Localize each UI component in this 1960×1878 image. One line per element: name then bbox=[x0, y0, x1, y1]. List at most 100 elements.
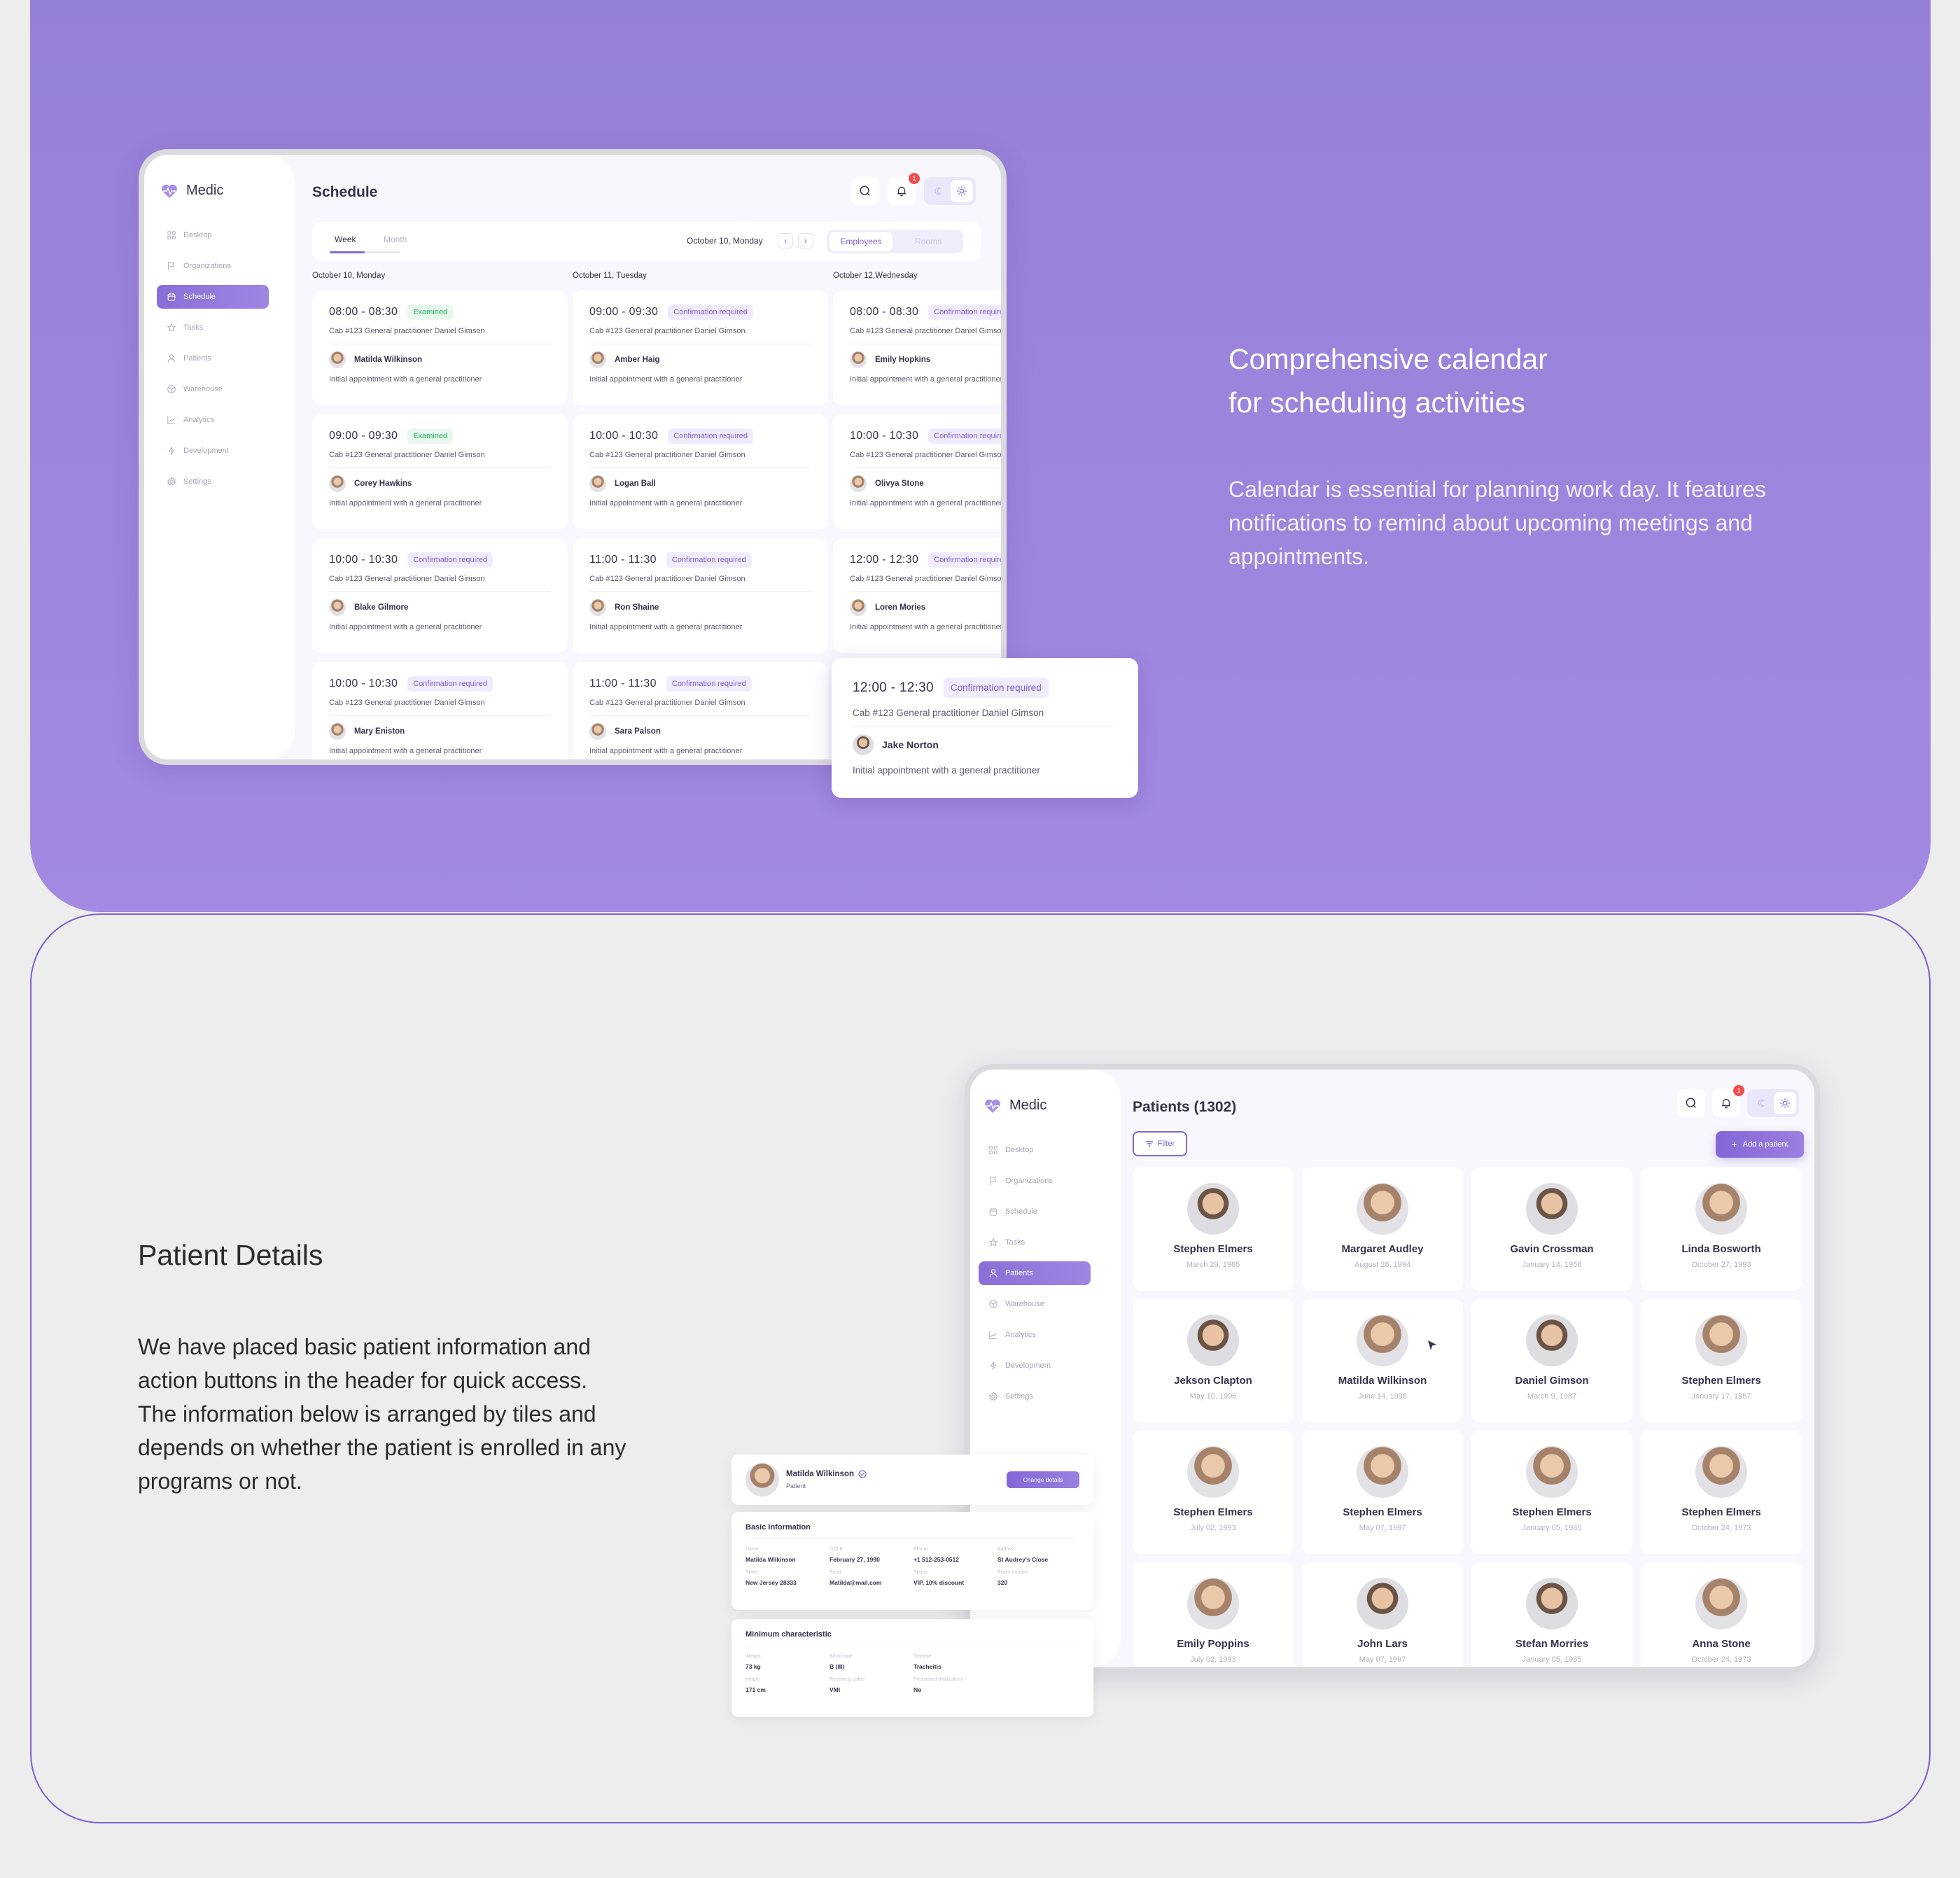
sidebar-item-development[interactable]: Development bbox=[157, 439, 269, 463]
dark-mode-option[interactable] bbox=[1751, 1092, 1773, 1114]
sidebar-item-desktop[interactable]: Desktop bbox=[979, 1138, 1091, 1162]
appointment-time: 08:00 - 08:30 bbox=[850, 306, 919, 318]
search-button[interactable] bbox=[851, 177, 879, 205]
patient-avatar bbox=[1526, 1446, 1578, 1498]
basic-information-grid: Name Matilda Wilkinson D.O.B February 27, 1… bbox=[746, 1547, 1082, 1586]
theme-toggle[interactable] bbox=[1747, 1089, 1799, 1117]
patient-card[interactable]: John Lars May 07, 1997 bbox=[1302, 1562, 1463, 1667]
sidebar-item-patients[interactable]: Patients bbox=[979, 1261, 1091, 1285]
patient-card[interactable]: Matilda Wilkinson June 14, 1998 bbox=[1302, 1299, 1463, 1422]
sidebar-item-development[interactable]: Development bbox=[979, 1354, 1091, 1378]
appointment-card[interactable]: 09:00 - 09:30 Examined Cab #123 General pr… bbox=[312, 414, 568, 529]
appointment-cab: Cab #123 General practitioner Daniel Gim… bbox=[589, 451, 746, 459]
info-field: Email Matilda@mail.com bbox=[830, 1570, 913, 1586]
patient-card[interactable]: Emily Poppins July 02, 1993 bbox=[1133, 1562, 1294, 1667]
appointment-time: 09:00 - 09:30 bbox=[329, 430, 398, 442]
hero-description: Calendar is essential for planning work … bbox=[1228, 477, 1766, 569]
sidebar-item-tasks[interactable]: Tasks bbox=[157, 316, 269, 339]
sidebar-item-settings[interactable]: Settings bbox=[979, 1385, 1091, 1408]
patient-card[interactable]: Stefan Morries January 05, 1985 bbox=[1471, 1562, 1632, 1667]
sidebar-item-schedule[interactable]: Schedule bbox=[157, 285, 269, 309]
appointment-cab: Cab #123 General practitioner Daniel Gim… bbox=[850, 327, 1006, 335]
dark-mode-option[interactable] bbox=[927, 180, 950, 202]
day-column: October 11, Tuesday 09:00 - 09:30 Confirma… bbox=[573, 267, 828, 759]
patient-card[interactable]: Stephen Elmers July 02, 1993 bbox=[1133, 1431, 1294, 1554]
patient-card[interactable]: Stephen Elmers May 07, 1997 bbox=[1302, 1431, 1463, 1554]
segment-employees[interactable]: Employees bbox=[830, 232, 892, 251]
appointment-card[interactable]: 11:00 - 11:30 Confirmation required Cab #1… bbox=[573, 662, 828, 759]
theme-toggle[interactable] bbox=[924, 177, 976, 205]
patient-avatar bbox=[1187, 1446, 1239, 1498]
patient-card[interactable]: Stephen Elmers January 17, 1957 bbox=[1641, 1299, 1802, 1422]
sidebar-item-desktop[interactable]: Desktop bbox=[157, 223, 269, 247]
sidebar-item-patients[interactable]: Patients bbox=[157, 346, 269, 370]
appointment-card[interactable]: 10:00 - 10:30 Confirmation required Cab #1… bbox=[312, 538, 568, 653]
info-field: Height 171 cm bbox=[746, 1677, 830, 1693]
appointment-description: Initial appointment with a general pract… bbox=[329, 375, 482, 384]
appointment-card[interactable]: 10:00 - 10:30 Confirmation required Cab #1… bbox=[833, 414, 1001, 529]
appointment-card[interactable]: 10:00 - 10:30 Confirmation required Cab #1… bbox=[573, 414, 828, 529]
filter-button[interactable]: Filter bbox=[1133, 1131, 1187, 1156]
patient-card[interactable]: Stephen Elmers January 05, 1985 bbox=[1471, 1431, 1632, 1554]
light-mode-option[interactable] bbox=[1773, 1092, 1796, 1114]
sidebar-item-organizations[interactable]: Organizations bbox=[979, 1169, 1091, 1193]
patient-card[interactable]: Gavin Crossman January 14, 1958 bbox=[1471, 1168, 1632, 1291]
appointment-cab: Cab #123 General practitioner Daniel Gim… bbox=[329, 327, 485, 335]
basic-information-title: Basic Information bbox=[746, 1523, 811, 1532]
sidebar-item-label: Schedule bbox=[183, 293, 216, 301]
patient-card[interactable]: Jekson Clapton May 10, 1996 bbox=[1133, 1299, 1294, 1422]
divider bbox=[589, 591, 811, 592]
calendar-icon bbox=[167, 292, 176, 302]
patient-dob: July 02, 1993 bbox=[1190, 1655, 1236, 1664]
logo: Medic bbox=[984, 1098, 1046, 1114]
grid-icon bbox=[167, 230, 176, 240]
patient-name: Amber Haig bbox=[615, 356, 660, 364]
notifications-button[interactable]: 1 bbox=[1712, 1085, 1744, 1117]
notifications-button[interactable]: 1 bbox=[888, 173, 920, 205]
sidebar-item-settings[interactable]: Settings bbox=[157, 470, 269, 493]
field-label: State bbox=[746, 1570, 757, 1575]
patient-name: Emily Poppins bbox=[1177, 1638, 1250, 1650]
appointment-card[interactable]: 12:00 - 12:30 Confirmation required Cab #1… bbox=[833, 538, 1001, 653]
sidebar-item-analytics[interactable]: Analytics bbox=[979, 1323, 1091, 1347]
sidebar-item-warehouse[interactable]: Warehouse bbox=[979, 1292, 1091, 1316]
field-value: February 27, 1990 bbox=[830, 1556, 880, 1563]
hero-title: Comprehensive calendar for scheduling ac… bbox=[1228, 337, 1858, 424]
search-button[interactable] bbox=[1677, 1089, 1705, 1117]
patient-card[interactable]: Margaret Audley August 28, 1994 bbox=[1302, 1168, 1463, 1291]
section-title: Patient Details bbox=[138, 1239, 323, 1271]
sidebar-item-organizations[interactable]: Organizations bbox=[157, 254, 269, 278]
change-details-button[interactable]: Change details bbox=[1007, 1471, 1079, 1488]
next-date-button[interactable]: › bbox=[798, 233, 813, 248]
segment-rooms[interactable]: Rooms bbox=[897, 232, 960, 251]
appointment-card[interactable]: 09:00 - 09:30 Confirmation required Cab #1… bbox=[573, 290, 828, 405]
heart-pulse-icon bbox=[985, 1099, 1000, 1113]
appointment-description: Initial appointment with a general pract… bbox=[589, 499, 743, 507]
info-field: Name Matilda Wilkinson bbox=[746, 1547, 830, 1563]
appointment-card[interactable]: 11:00 - 11:30 Confirmation required Cab #1… bbox=[573, 538, 828, 653]
avatar bbox=[850, 599, 867, 616]
patient-card[interactable]: Anna Stone October 24, 1973 bbox=[1641, 1562, 1802, 1667]
tab-month[interactable]: Month bbox=[384, 234, 407, 244]
floating-appointment-card[interactable]: 12:00 - 12:30 Confirmation required Cab … bbox=[832, 658, 1138, 798]
patient-card[interactable]: Linda Bosworth October 27, 1993 bbox=[1641, 1168, 1802, 1291]
prev-date-button[interactable]: ‹ bbox=[778, 233, 793, 248]
appointment-card[interactable]: 08:00 - 08:30 Confirmation required Cab #1… bbox=[833, 290, 1006, 405]
light-mode-option[interactable] bbox=[950, 180, 973, 202]
sidebar-item-label: Analytics bbox=[183, 416, 215, 424]
status-badge: Confirmation required bbox=[668, 304, 753, 320]
sidebar-item-schedule[interactable]: Schedule bbox=[979, 1200, 1091, 1224]
sidebar-item-analytics[interactable]: Analytics bbox=[157, 408, 269, 432]
patient-card[interactable]: Stephen Elmers October 24, 1973 bbox=[1641, 1431, 1802, 1554]
tab-week[interactable]: Week bbox=[335, 234, 356, 244]
appointment-card[interactable]: 08:00 - 08:30 Examined Cab #123 General pr… bbox=[312, 290, 568, 405]
chevron-left-icon: ‹ bbox=[784, 236, 787, 246]
patient-card[interactable]: Daniel Gimson March 9, 1987 bbox=[1471, 1299, 1632, 1422]
appointment-card[interactable]: 10:00 - 10:30 Confirmation required Cab #1… bbox=[312, 662, 568, 759]
info-field: D.O.B February 27, 1990 bbox=[830, 1547, 913, 1563]
patient-card[interactable]: Stephen Elmers March 29, 1965 bbox=[1133, 1168, 1294, 1291]
sidebar-item-warehouse[interactable]: Warehouse bbox=[157, 377, 269, 401]
add-patient-button[interactable]: + Add a patient bbox=[1716, 1131, 1804, 1158]
appointment-description: Initial appointment with a general pract… bbox=[850, 375, 1003, 384]
sidebar-item-tasks[interactable]: Tasks bbox=[979, 1231, 1091, 1254]
